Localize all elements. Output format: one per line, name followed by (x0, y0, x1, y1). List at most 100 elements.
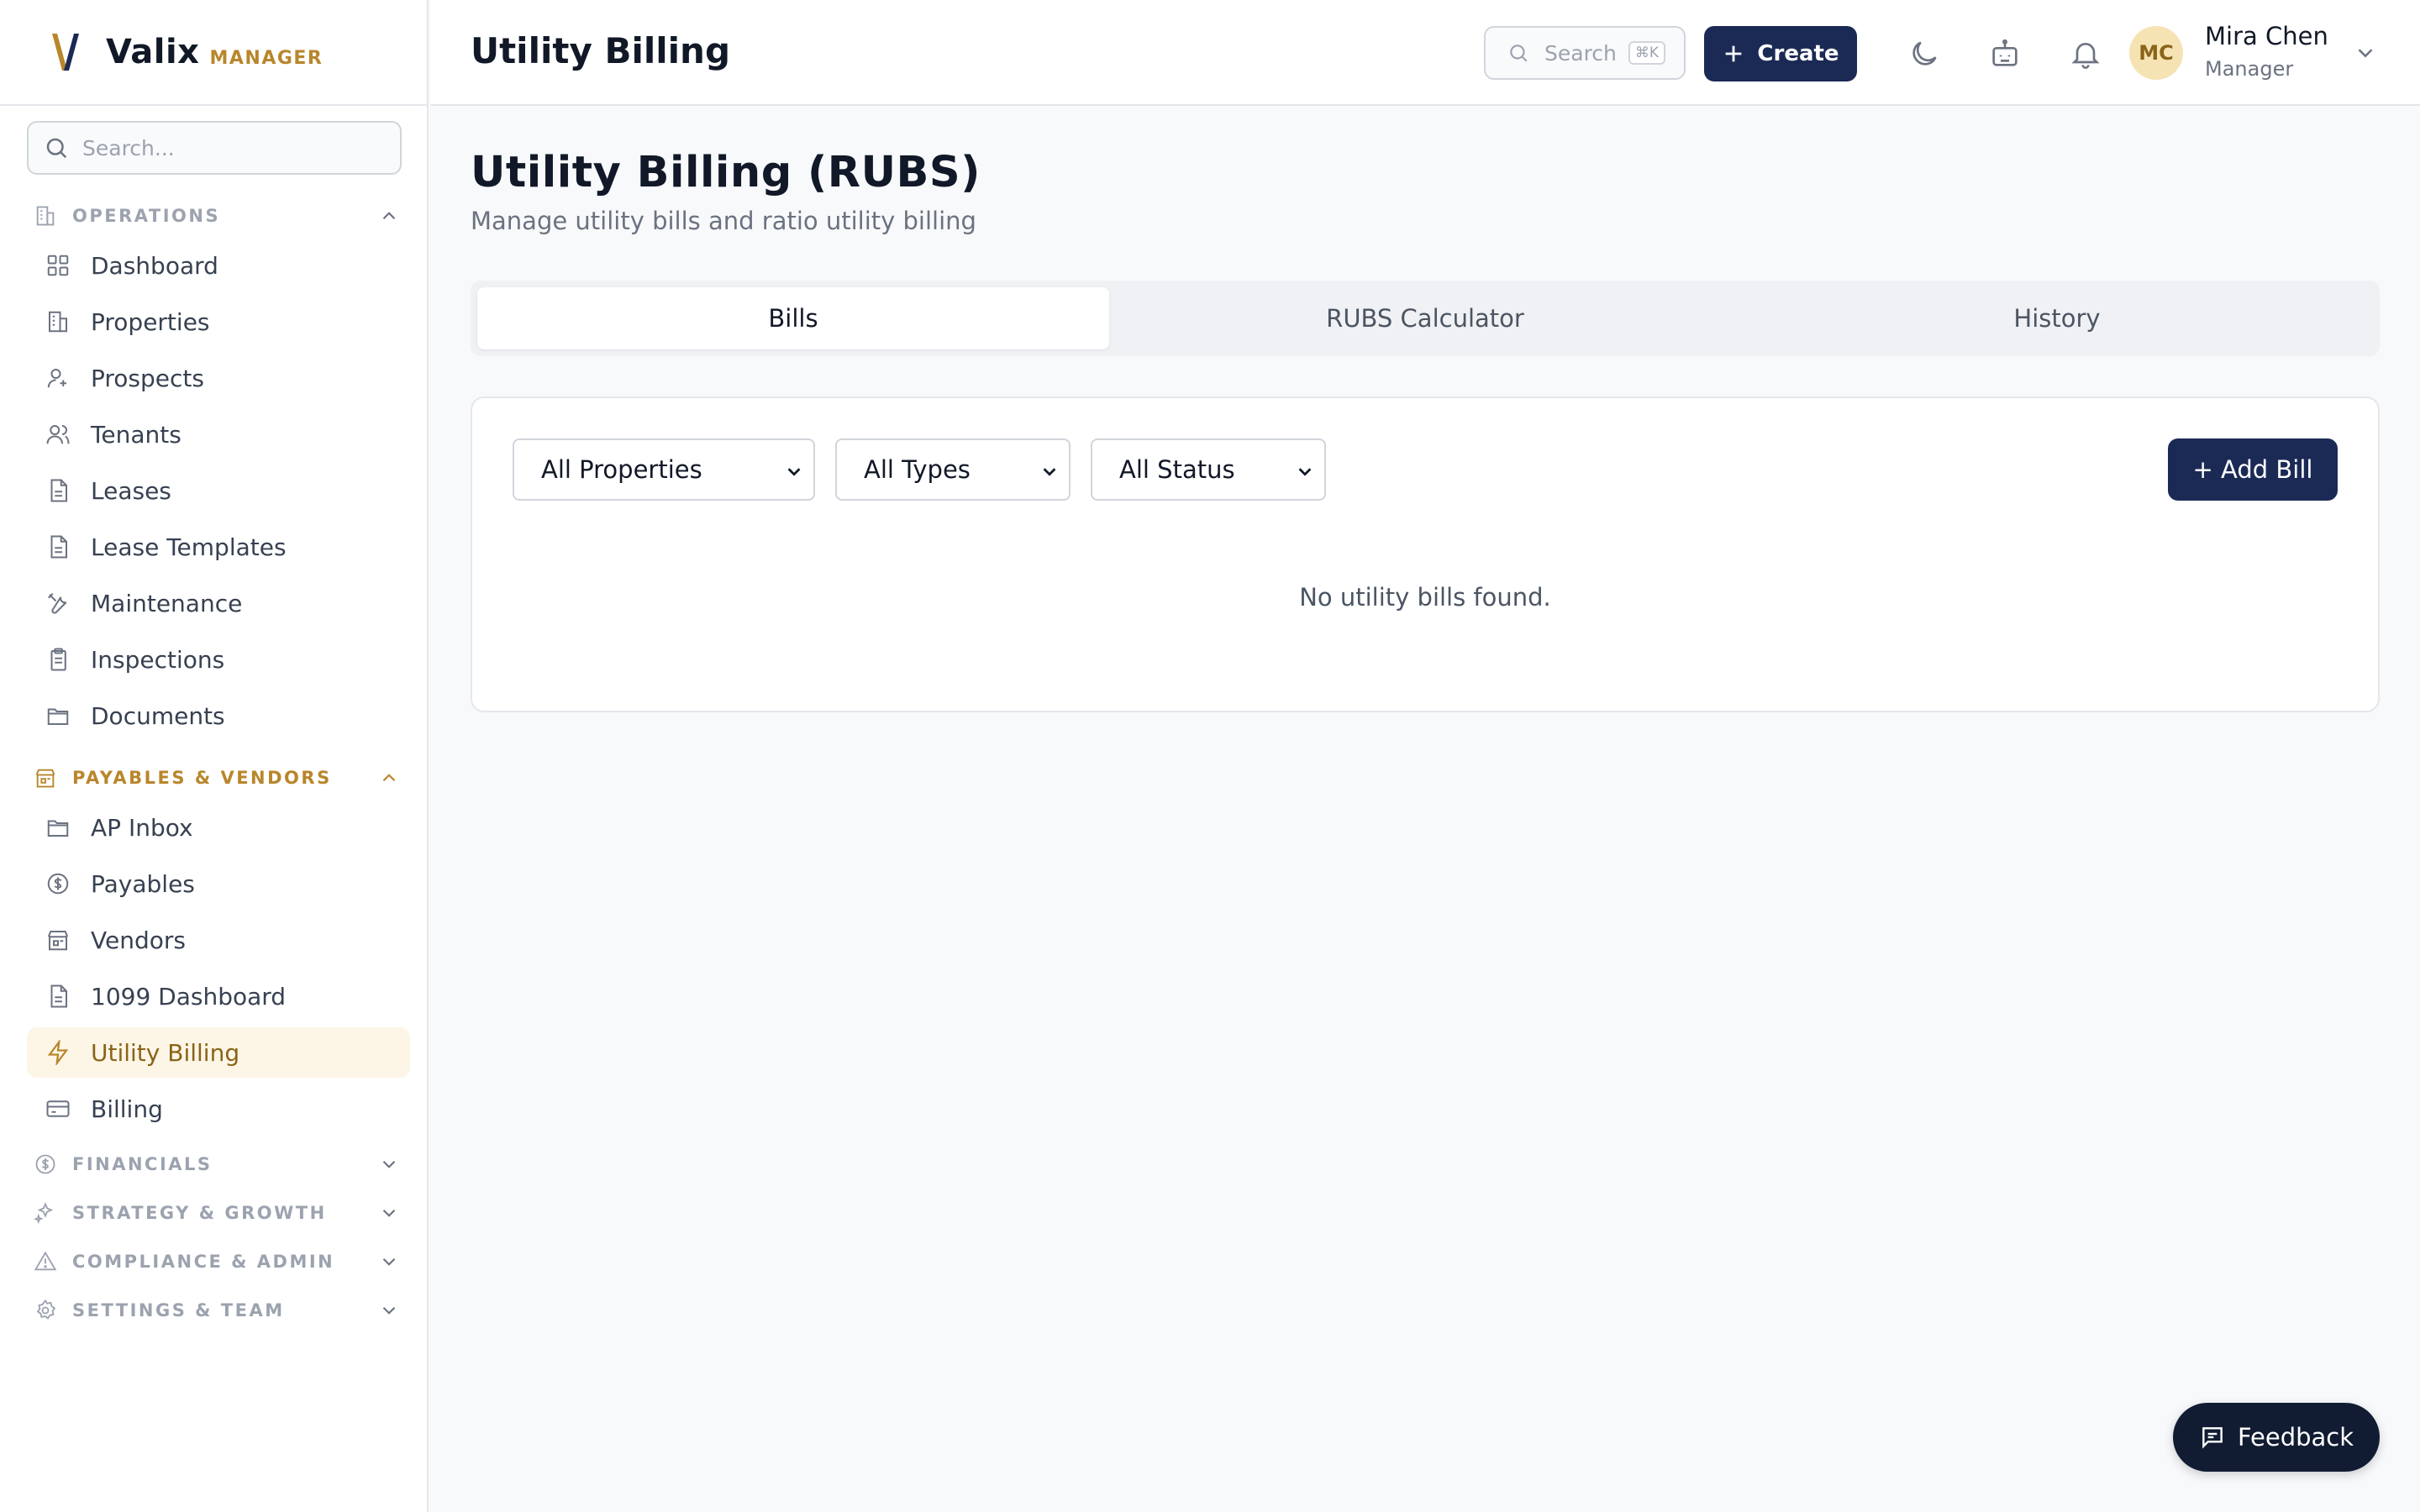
bell-icon[interactable] (2069, 37, 2102, 71)
section-payables-vendors[interactable]: PAYABLES & VENDORS (27, 753, 410, 802)
sidebar-item-maintenance[interactable]: Maintenance (27, 578, 410, 628)
store-icon (47, 931, 69, 951)
sidebar-item-ap-inbox[interactable]: AP Inbox (27, 802, 410, 853)
sidebar-item-tenants[interactable]: Tenants (27, 409, 410, 459)
section-label: FINANCIALS (72, 1154, 213, 1174)
search-label: Search (1544, 40, 1617, 66)
wrench-icon (48, 593, 67, 614)
section-financials[interactable]: FINANCIALS (27, 1140, 410, 1189)
sidebar-item-leases[interactable]: Leases (27, 465, 410, 516)
sidebar-item-label: Billing (91, 1095, 163, 1123)
bills-card: All Properties All Types All Status + Ad… (471, 396, 2380, 712)
feedback-label: Feedback (2237, 1423, 2354, 1452)
main-subtitle: Manage utility bills and ratio utility b… (471, 207, 976, 235)
tab-history[interactable]: History (1741, 287, 2373, 349)
sidebar-item-label: Leases (91, 476, 171, 505)
top-bar: Utility Billing Search ⌘K Create MC Mira… (430, 0, 2420, 106)
file-icon (50, 479, 67, 502)
chevron-up-icon (382, 774, 396, 782)
sidebar: Valix MANAGER OPERATIONS Dashboard Prope… (0, 0, 429, 1512)
sidebar-item-label: Prospects (91, 364, 204, 392)
property-filter-select[interactable]: All Properties (513, 438, 815, 501)
sidebar-search-input[interactable] (82, 135, 385, 160)
section-label: PAYABLES & VENDORS (72, 768, 332, 788)
file-icon (50, 535, 67, 559)
global-search-button[interactable]: Search ⌘K (1484, 26, 1686, 80)
sidebar-item-vendors[interactable]: Vendors (27, 915, 410, 965)
search-shortcut: ⌘K (1628, 41, 1666, 65)
sidebar-item-label: Maintenance (91, 589, 243, 617)
sidebar-item-documents[interactable]: Documents (27, 690, 410, 741)
users-icon (46, 425, 70, 444)
chevron-down-icon (382, 1306, 396, 1315)
sidebar-item-dashboard[interactable]: Dashboard (27, 240, 410, 291)
sidebar-item-label: Dashboard (91, 251, 218, 280)
section-strategy-growth[interactable]: STRATEGY & GROWTH (27, 1189, 410, 1237)
brand-sub: MANAGER (209, 47, 324, 69)
section-compliance-admin[interactable]: COMPLIANCE & ADMIN (27, 1237, 410, 1286)
zap-icon (47, 1040, 69, 1065)
user-role: Manager (2205, 57, 2294, 81)
folder-icon (47, 708, 69, 725)
status-filter-select[interactable]: All Status (1091, 438, 1326, 501)
chevron-down-icon (382, 1257, 396, 1266)
empty-state-message: No utility bills found. (1299, 583, 1551, 612)
chevron-down-icon (1043, 468, 1056, 476)
sidebar-item-billing[interactable]: Billing (27, 1084, 410, 1134)
sidebar-search[interactable] (27, 121, 402, 175)
create-button[interactable]: Create (1704, 26, 1857, 81)
sidebar-item-label: Inspections (91, 645, 225, 674)
sparkles-icon (34, 1202, 54, 1225)
sidebar-item-properties[interactable]: Properties (27, 297, 410, 347)
main-title: Utility Billing (RUBS) (471, 148, 981, 197)
section-operations[interactable]: OPERATIONS (27, 192, 410, 240)
sidebar-item-label: Properties (91, 307, 210, 336)
brand-name: Valix (106, 33, 200, 71)
sidebar-item-label: Tenants (91, 420, 182, 449)
grid-icon (47, 255, 69, 276)
sidebar-item-1099-dashboard[interactable]: 1099 Dashboard (27, 971, 410, 1021)
folder-icon (47, 820, 69, 837)
sidebar-item-label: 1099 Dashboard (91, 982, 287, 1011)
tab-bills[interactable]: Bills (477, 287, 1109, 349)
sidebar-item-label: AP Inbox (91, 813, 193, 842)
chevron-down-icon[interactable] (2353, 40, 2378, 66)
plus-icon (1726, 45, 1742, 62)
moon-icon[interactable] (1907, 37, 1941, 71)
tab-rubs-calculator[interactable]: RUBS Calculator (1109, 287, 1741, 349)
building-icon (36, 206, 55, 226)
sidebar-item-inspections[interactable]: Inspections (27, 634, 410, 685)
dollar-circle-icon (47, 873, 69, 895)
chevron-down-icon (382, 1209, 396, 1217)
chevron-down-icon (787, 468, 801, 476)
section-settings-team[interactable]: SETTINGS & TEAM (27, 1286, 410, 1335)
search-icon (1510, 45, 1528, 62)
sidebar-item-utility-billing[interactable]: Utility Billing (27, 1027, 410, 1078)
gear-icon (36, 1299, 56, 1320)
user-name: Mira Chen (2205, 22, 2328, 50)
feedback-button[interactable]: Feedback (2173, 1403, 2380, 1472)
sidebar-item-prospects[interactable]: Prospects (27, 353, 410, 403)
sidebar-item-payables[interactable]: Payables (27, 858, 410, 909)
bot-icon[interactable] (1988, 37, 2022, 71)
property-filter-value: All Properties (541, 455, 702, 484)
sidebar-item-label: Utility Billing (91, 1038, 240, 1067)
brand[interactable]: Valix MANAGER (0, 0, 427, 106)
status-filter-value: All Status (1119, 455, 1235, 484)
add-bill-button[interactable]: + Add Bill (2168, 438, 2338, 501)
page-title: Utility Billing (471, 30, 731, 71)
sidebar-item-label: Payables (91, 869, 195, 898)
sidebar-item-lease-templates[interactable]: Lease Templates (27, 522, 410, 572)
chevron-up-icon (382, 212, 396, 220)
valix-logo-icon (52, 34, 79, 71)
section-label: STRATEGY & GROWTH (72, 1203, 327, 1223)
clipboard-icon (50, 648, 66, 671)
tab-bar: Bills RUBS Calculator History (471, 281, 2380, 356)
chevron-down-icon (382, 1160, 396, 1168)
file-icon (50, 984, 67, 1008)
user-plus-icon (47, 369, 66, 388)
sidebar-item-label: Lease Templates (91, 533, 287, 561)
type-filter-select[interactable]: All Types (835, 438, 1071, 501)
avatar[interactable]: MC (2129, 26, 2183, 80)
chevron-down-icon (1298, 468, 1312, 476)
